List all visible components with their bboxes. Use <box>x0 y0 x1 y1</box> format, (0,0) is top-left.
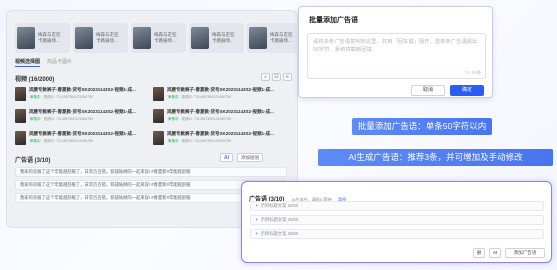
line-counter: 0 / 10条 <box>465 70 481 75</box>
video-name: 岚腰专款裤子-春夏款-货号SK20231143S2-视频1-成... <box>167 109 274 114</box>
video-card[interactable]: 岚腰专款裤子-春夏款-货号SK20231143S2-视频1-成... 审核中 视频… <box>15 87 143 103</box>
thumbnail-card[interactable]: 梅森与走狂 卡路展场... <box>247 23 297 53</box>
tab-video-select[interactable]: 视频选择图 <box>15 58 41 67</box>
thumbnail-image <box>75 27 93 49</box>
status-badge: 审核中 <box>167 117 180 122</box>
status-badge: 审核中 <box>167 95 180 100</box>
ai-generate-callout: AI生成广告语：推荐3条，并可增加及手动修改 <box>318 149 553 166</box>
ad-panel-zoom: 广告语 (3/10) AI生成中，请耐心等待 暂停 ✦ 示例标题文案 20/50 … <box>241 181 552 263</box>
video-section-header: 视频 (16/2000) ⌕ ☷ ≡ <box>15 72 293 83</box>
status-badge: 审核中 <box>167 139 180 144</box>
video-name: 岚腰专款裤子-春夏款-货号SK20231143S2-视频1-成... <box>167 87 274 92</box>
thumbnail-image <box>191 27 209 49</box>
ad-line[interactable]: 我家的衣服了这个牢能越舒服了，日常百百搭，铁铺陆顾的一起来穿! #春夏新#牢能越… <box>15 167 287 177</box>
generated-ad-text: 示例标题文案 20/50 <box>260 203 299 208</box>
batch-add-dialog: 批量添加广告语 请将多条广告语复制到这里，并用「回车键」隔开，若单条广告语超出5… <box>298 6 493 98</box>
video-meta: 视频ID: 7314567890123456789 <box>43 95 93 99</box>
ai-label: AI <box>224 155 229 161</box>
video-name: 岚腰专款裤子-春夏款-货号SK20231143S2-视频1-成... <box>29 87 136 92</box>
thumbnail-card[interactable]: 梅森与走狂 卡路展场... <box>73 23 128 53</box>
thumbnail-card[interactable]: 梅森与走狂 卡路展场... <box>189 23 244 53</box>
status-badge: 审核中 <box>29 95 42 100</box>
video-card[interactable]: 岚腰专款裤子-春夏款-货号SK20231143S2-视频1-成... 审核中 视频… <box>15 131 143 147</box>
video-name: 岚腰专款裤子-春夏款-货号SK20231143S2-视频1-成... <box>29 131 136 136</box>
video-name: 岚腰专款裤子-春夏款-货号SK20231143S2-视频1-成... <box>29 109 136 114</box>
status-badge: 审核中 <box>29 117 42 122</box>
grid-view-icon[interactable]: ☷ <box>272 73 281 81</box>
section-tabs: 视频选择图 商品卡图片 <box>15 58 115 67</box>
video-section-title: 视频 (16/2000) <box>15 77 55 83</box>
video-thumbnail <box>153 109 164 123</box>
generated-ad-text: 示例标题文案 20/50 <box>260 231 299 236</box>
video-meta: 视频ID: 7314567890123456789 <box>43 139 93 143</box>
thumbnail-subtitle: 卡路展场... <box>96 38 118 43</box>
generated-ad-line[interactable]: ✦ 示例标题文案 20/50 <box>250 229 544 239</box>
thumbnail-card[interactable]: 梅森与走狂 卡路展场... <box>131 23 186 53</box>
generated-ad-line[interactable]: ✦ 示例标题文案 20/50 <box>250 215 544 225</box>
batch-text-input[interactable]: 请将多条广告语复制到这里，并用「回车键」隔开，若单条广告语超出50字符，系统将截… <box>307 33 486 79</box>
ai-generate-button[interactable]: AI <box>489 248 501 258</box>
sparkle-icon: ✦ <box>255 203 259 208</box>
batch-input-placeholder: 请将多条广告语复制到这里，并用「回车键」隔开，若单条广告语超出50字符，系统将截… <box>313 39 478 53</box>
thumbnail-subtitle: 卡路展场... <box>212 38 234 43</box>
video-name: 岚腰专款裤子-春夏款-货号SK20231143S2-视频1-成... <box>167 131 274 136</box>
thumbnail-card[interactable]: 梅森与走狂 卡路展场... <box>15 23 70 53</box>
video-card[interactable]: 岚腰专款裤子-春夏款-货号SK20231143S2-视频1-成... 审核中 视频… <box>15 109 143 125</box>
thumbnail-image <box>249 27 267 49</box>
dialog-title: 批量添加广告语 <box>309 17 358 24</box>
ad-section-header: 广告语 (3/10) AI 添加短语 <box>15 153 293 164</box>
search-icon[interactable]: ⌕ <box>261 73 270 81</box>
ad-section-title: 广告语 (3/10) <box>15 158 51 164</box>
thumbnail-image <box>17 27 35 49</box>
video-thumbnail <box>15 87 26 101</box>
video-meta: 视频ID: 7314567890123456789 <box>181 117 231 121</box>
list-view-icon[interactable]: ≡ <box>283 73 292 81</box>
video-thumbnail <box>15 131 26 145</box>
sparkle-icon: ✦ <box>255 217 259 222</box>
video-thumbnail <box>15 109 26 123</box>
tab-product-card[interactable]: 商品卡图片 <box>47 58 72 65</box>
add-ad-button[interactable]: 添加广告语 <box>505 248 545 258</box>
add-phrase-button[interactable]: 添加短语 <box>237 153 263 162</box>
video-thumbnail <box>153 87 164 101</box>
thumbnail-row: 梅森与走狂 卡路展场... 梅森与走狂 卡路展场... 梅森与走狂 卡路展场... 梅… <box>15 23 297 53</box>
ai-generate-button[interactable]: AI <box>220 153 233 162</box>
video-card[interactable]: 岚腰专款裤子-春夏款-货号SK20231143S2-视频1-成... 审核中 视频… <box>153 87 281 103</box>
batch-add-callout: 批量添加广告语：单条50字符以内 <box>352 118 492 135</box>
delete-icon[interactable]: 删 <box>473 248 485 258</box>
thumbnail-subtitle: 卡路展场... <box>270 38 292 43</box>
generated-ad-line[interactable]: ✦ 示例标题文案 20/50 <box>250 201 544 211</box>
sparkle-icon: ✦ <box>255 231 259 236</box>
confirm-button[interactable]: 确定 <box>450 85 484 96</box>
video-card[interactable]: 岚腰专款裤子-春夏款-货号SK20231143S2-视频1-成... 审核中 视频… <box>153 131 281 147</box>
video-thumbnail <box>153 131 164 145</box>
generated-ad-text: 示例标题文案 20/50 <box>260 217 299 222</box>
thumbnail-image <box>133 27 151 49</box>
video-card[interactable]: 岚腰专款裤子-春夏款-货号SK20231143S2-视频1-成... 审核中 视频… <box>153 109 281 125</box>
thumbnail-subtitle: 卡路展场... <box>38 38 60 43</box>
status-badge: 审核中 <box>29 139 42 144</box>
cancel-button[interactable]: 取消 <box>411 85 445 96</box>
thumbnail-subtitle: 卡路展场... <box>154 38 176 43</box>
video-meta: 视频ID: 7314567890123456789 <box>181 139 231 143</box>
video-meta: 视频ID: 7314567890123456789 <box>43 117 93 121</box>
video-meta: 视频ID: 7314567890123456789 <box>181 95 231 99</box>
